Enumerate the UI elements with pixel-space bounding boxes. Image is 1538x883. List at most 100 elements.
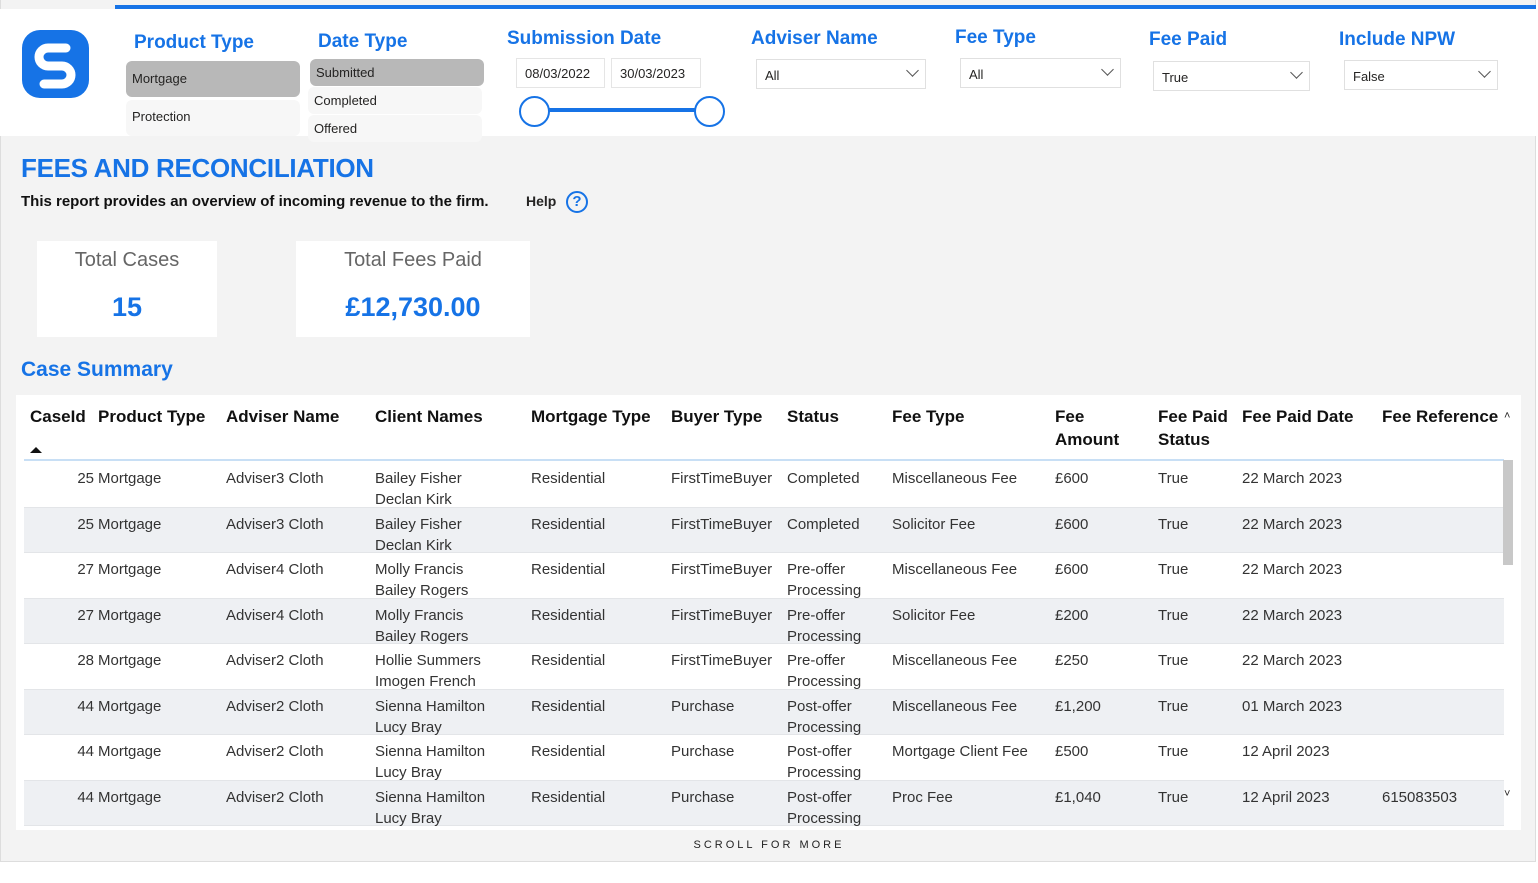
cell-status: Pre-offer Processing xyxy=(787,606,862,645)
scrollbar-thumb[interactable] xyxy=(1503,460,1513,565)
chevron-down-icon xyxy=(906,64,919,77)
cell-fee-type: Miscellaneous Fee xyxy=(892,561,1018,578)
table-row[interactable]: 25 Mortgage Adviser3 Cloth Bailey Fisher De… xyxy=(24,462,1504,508)
column-header-fee-paid-date[interactable]: Fee Paid Date xyxy=(1242,405,1354,428)
sort-ascending-icon[interactable] xyxy=(30,447,42,453)
page-title: FEES AND RECONCILIATION xyxy=(21,153,374,183)
cell-buyer-type: FirstTimeBuyer xyxy=(671,561,773,578)
table-row[interactable]: 27 Mortgage Adviser4 Cloth Molly Francis Ba… xyxy=(24,598,1504,645)
column-header-mortgage-type[interactable]: Mortgage Type xyxy=(531,405,651,428)
cell-caseid: 27 xyxy=(77,606,94,624)
option-offered[interactable]: Offered xyxy=(308,115,482,142)
column-header-status[interactable]: Status xyxy=(787,405,839,428)
cell-fee-type: Miscellaneous Fee xyxy=(892,697,1018,715)
cell-fee-type: Solicitor Fee xyxy=(892,515,976,533)
table-scrollbar[interactable]: ˄ ˅ xyxy=(1503,410,1515,825)
table-row[interactable]: 44 Mortgage Adviser2 Cloth Sienna Hamilton … xyxy=(24,780,1504,827)
cell-caseid: 44 xyxy=(77,697,94,715)
column-header-fee-reference[interactable]: Fee Reference xyxy=(1382,405,1498,428)
table-row[interactable]: 44 Mortgage Adviser2 Cloth Sienna Hamilton … xyxy=(24,689,1504,736)
slicer-title: Include NPW xyxy=(1339,29,1456,50)
case-summary-table: CaseId Product Type Adviser Name Client Nam… xyxy=(16,395,1521,830)
cell-fee-paid-status: True xyxy=(1158,606,1189,624)
column-header-client-names[interactable]: Client Names xyxy=(375,405,483,428)
column-header-buyer-type[interactable]: Buyer Type xyxy=(671,405,762,428)
adviser-name-dropdown[interactable]: All xyxy=(756,59,926,89)
cell-fee-amount: £1,040 xyxy=(1055,788,1101,806)
cell-product-type: Mortgage xyxy=(98,470,162,487)
cell-fee-paid-status: True xyxy=(1158,561,1189,578)
cell-buyer-type: FirstTimeBuyer xyxy=(671,652,773,669)
cell-product-type: Mortgage xyxy=(98,652,162,669)
help-label[interactable]: Help xyxy=(526,193,556,209)
cell-caseid: 44 xyxy=(77,743,94,760)
table-title: Case Summary xyxy=(21,358,173,381)
cell-caseid: 25 xyxy=(77,515,94,533)
slicer-title: Product Type xyxy=(134,32,254,53)
cell-fee-paid-status: True xyxy=(1158,788,1189,806)
cell-adviser-name: Adviser2 Cloth xyxy=(226,788,324,806)
date-range-track xyxy=(540,108,705,112)
cell-fee-amount: £200 xyxy=(1055,606,1089,624)
cell-caseid: 28 xyxy=(77,652,94,669)
cell-status: Post-offer Processing xyxy=(787,743,862,781)
cell-buyer-type: FirstTimeBuyer xyxy=(671,606,773,624)
cell-mortgage-type: Residential xyxy=(531,470,606,487)
dropdown-value: All xyxy=(969,67,984,82)
cell-status: Completed xyxy=(787,515,860,533)
cell-status: Pre-offer Processing xyxy=(787,652,862,690)
option-mortgage[interactable]: Mortgage xyxy=(126,61,300,97)
column-header-adviser-name[interactable]: Adviser Name xyxy=(226,405,339,428)
scroll-down-icon[interactable]: ˅ xyxy=(1504,788,1510,800)
fee-paid-dropdown[interactable]: True xyxy=(1153,61,1310,91)
start-slider-handle[interactable] xyxy=(519,96,550,127)
column-header-fee-amount[interactable]: Fee Amount xyxy=(1055,405,1119,451)
end-date-input[interactable]: 30/03/2023 xyxy=(611,58,701,88)
option-submitted[interactable]: Submitted xyxy=(310,59,484,86)
slicer-title: Fee Paid xyxy=(1149,29,1228,50)
table-row[interactable]: 25 Mortgage Adviser3 Cloth Bailey Fisher De… xyxy=(24,507,1504,554)
cell-mortgage-type: Residential xyxy=(531,606,606,624)
cell-client-names: Sienna Hamilton Lucy Bray xyxy=(375,743,486,781)
cell-fee-paid-date: 22 March 2023 xyxy=(1242,561,1343,578)
slicer-title: Adviser Name xyxy=(751,28,878,49)
cell-product-type: Mortgage xyxy=(98,788,162,806)
fee-type-dropdown[interactable]: All xyxy=(960,58,1121,88)
cell-client-names: Molly Francis Bailey Rogers xyxy=(375,606,469,645)
table-row[interactable]: 44 Mortgage Adviser2 Cloth Sienna Hamilton … xyxy=(24,735,1504,781)
option-completed[interactable]: Completed xyxy=(308,87,482,114)
app-logo xyxy=(22,30,89,98)
cell-fee-amount: £250 xyxy=(1055,652,1089,669)
cell-fee-paid-status: True xyxy=(1158,515,1189,533)
cell-buyer-type: Purchase xyxy=(671,743,735,760)
kpi-value: £12,730.00 xyxy=(345,292,481,322)
include-npw-dropdown[interactable]: False xyxy=(1344,60,1498,90)
column-header-fee-type[interactable]: Fee Type xyxy=(892,405,964,428)
table-row[interactable]: 27 Mortgage Adviser4 Cloth Molly Francis Ba… xyxy=(24,553,1504,599)
cell-status: Post-offer Processing xyxy=(787,788,862,827)
column-header-caseid[interactable]: CaseId xyxy=(30,405,86,428)
column-header-fee-paid-status[interactable]: Fee Paid Status xyxy=(1158,405,1228,451)
cell-fee-amount: £600 xyxy=(1055,561,1089,578)
question-circle-icon[interactable]: ? xyxy=(566,191,588,213)
cell-client-names: Molly Francis Bailey Rogers xyxy=(375,561,469,599)
cell-buyer-type: FirstTimeBuyer xyxy=(671,515,773,533)
cell-fee-paid-date: 12 April 2023 xyxy=(1242,788,1330,806)
table-row[interactable]: 28 Mortgage Adviser2 Cloth Hollie Summers I… xyxy=(24,644,1504,690)
end-slider-handle[interactable] xyxy=(694,96,725,127)
cell-fee-reference: 615083503 xyxy=(1382,788,1458,806)
cell-fee-paid-status: True xyxy=(1158,470,1189,487)
cell-client-names: Sienna Hamilton Lucy Bray xyxy=(375,697,486,736)
scroll-up-icon[interactable]: ˄ xyxy=(1504,410,1510,422)
cell-fee-type: Solicitor Fee xyxy=(892,606,976,624)
dropdown-value: All xyxy=(765,68,780,83)
cell-adviser-name: Adviser3 Cloth xyxy=(226,470,324,487)
start-date-input[interactable]: 08/03/2022 xyxy=(516,58,605,88)
scroll-hint: SCROLL FOR MORE xyxy=(693,839,845,851)
kpi-total-cases: Total Cases 15 xyxy=(37,241,217,337)
option-protection[interactable]: Protection xyxy=(126,100,300,136)
cell-product-type: Mortgage xyxy=(98,561,162,578)
slicer-title: Submission Date xyxy=(507,28,662,49)
column-header-product-type[interactable]: Product Type xyxy=(98,405,205,428)
cell-fee-type: Miscellaneous Fee xyxy=(892,652,1018,669)
